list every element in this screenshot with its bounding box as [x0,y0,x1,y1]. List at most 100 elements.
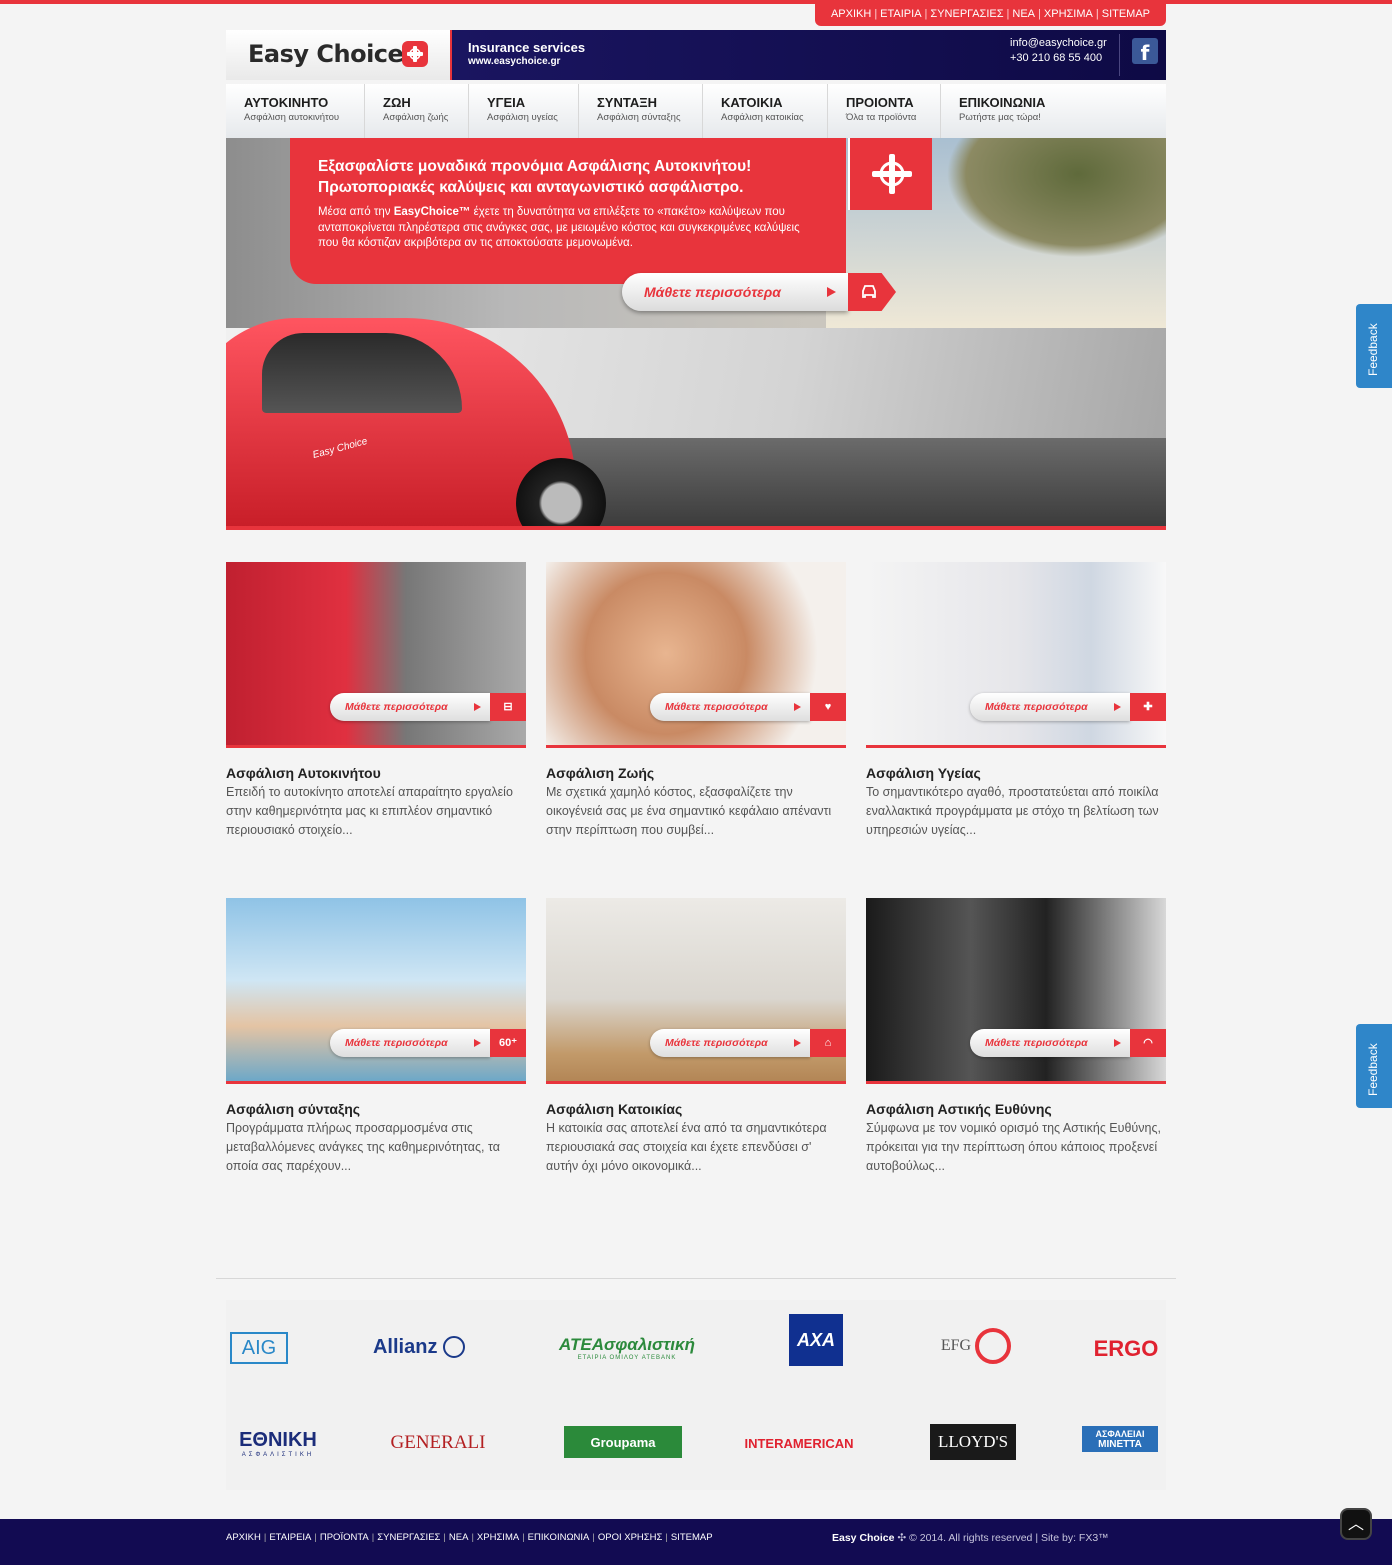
card-learn-more-button[interactable]: Μάθετε περισσότερα [330,1029,490,1057]
footer-link-home[interactable]: ΑΡΧΙΚΗ [226,1532,261,1543]
facebook-icon[interactable]: f [1132,38,1158,65]
nav-item-health[interactable]: ΥΓΕΙΑ Ασφάλιση υγείας [469,84,579,138]
hero-body-brand: EasyChoice™ [393,206,471,218]
card-image-car[interactable]: Μάθετε περισσότερα ⊟ [226,562,526,748]
website-link[interactable]: www.easychoice.gr [468,56,560,67]
top-link-news[interactable]: ΝΕΑ [1012,8,1035,20]
card-title[interactable]: Ασφάλιση Αστικής Ευθύνης [866,1101,1166,1117]
nav-subtitle: Ασφάλιση αυτοκινήτου [244,112,340,123]
feedback-tab[interactable]: Feedback [1356,1024,1392,1108]
card-learn-more-button[interactable]: Μάθετε περισσότερα [650,693,810,721]
card-image-liability[interactable]: Μάθετε περισσότερα ◠ [866,898,1166,1084]
card-text: Το σημαντικότερο αγαθό, προστατεύεται απ… [866,785,1159,837]
card-title[interactable]: Ασφάλιση Υγείας [866,765,1166,781]
partner-logo-allianz[interactable]: Allianz [366,1330,472,1364]
card-title[interactable]: Ασφάλιση σύνταξης [226,1101,526,1117]
email-link[interactable]: info@easychoice.gr [1010,36,1107,51]
footer-link-news[interactable]: ΝΕΑ [449,1532,469,1543]
card-learn-more-button[interactable]: Μάθετε περισσότερα [650,1029,810,1057]
footer-link-partnerships[interactable]: ΣΥΝΕΡΓΑΣΙΕΣ [377,1532,440,1543]
feedback-tab[interactable]: Feedback [1356,304,1392,388]
footer-link-sitemap[interactable]: SITEMAP [671,1532,713,1543]
footer-link-contact[interactable]: ΕΠΙΚΟΙΝΩΝΙΑ [528,1532,590,1543]
play-arrow-icon [794,1039,801,1047]
nav-item-pension[interactable]: ΣΥΝΤΑΞΗ Ασφάλιση σύνταξης [579,84,703,138]
car-icon[interactable]: ⊟ [490,693,526,721]
card-image-pension[interactable]: Μάθετε περισσότερα 60⁺ [226,898,526,1084]
partner-name: INTERAMERICAN [744,1435,854,1451]
play-arrow-icon [1114,1039,1121,1047]
partner-logo-axa[interactable]: AXA [789,1314,843,1366]
logo-text: Easy Choice [248,40,404,68]
card-image-life[interactable]: Μάθετε περισσότερα ♥ [546,562,846,748]
partner-name: Groupama [590,1434,656,1450]
nav-item-car[interactable]: ΑΥΤΟΚΙΝΗΤΟ Ασφάλιση αυτοκινήτου [226,84,365,138]
play-arrow-icon [827,287,836,297]
card-button-label: Μάθετε περισσότερα [985,1037,1088,1049]
card-text: Με σχετικά χαμηλό κόστος, εξασφαλίζετε τ… [546,785,832,837]
partner-logo-ethniki[interactable]: ΕΘΝΙΚΗ ΑΣΦΑΛΙΣΤΙΚΗ [230,1428,326,1458]
play-arrow-icon [474,1039,481,1047]
logo[interactable]: Easy Choice™ [226,30,450,80]
card-text: Επειδή το αυτοκίνητο αποτελεί απαραίτητο… [226,785,513,837]
sixty-plus-icon[interactable]: 60⁺ [490,1029,526,1057]
nav-title: ΥΓΕΙΑ [487,95,526,110]
partner-logo-lloyds[interactable]: LLOYD'S [930,1424,1016,1460]
footer-site-by[interactable]: Site by: FX3™ [1041,1532,1109,1544]
card-learn-more-button[interactable]: Μάθετε περισσότερα [970,693,1130,721]
top-link-useful[interactable]: ΧΡΗΣΙΜΑ [1044,8,1093,20]
partner-logo-ate[interactable]: ATEΑσφαλιστική ΕΤΑΙΡΙΑ ΟΜΙΛΟΥ ATEBANK [542,1330,712,1366]
partner-logo-efg[interactable]: EFG [936,1326,1016,1366]
partner-subtitle: ΕΤΑΙΡΙΑ ΟΜΙΛΟΥ ATEBANK [577,1355,677,1361]
nav-item-contact[interactable]: ΕΠΙΚΟΙΝΩΝΙΑ Ρωτήστε μας τώρα! [941,84,1166,138]
hero-logo-icon [848,138,932,210]
card-text: Σύμφωνα με τον νομικό ορισμό της Αστικής… [866,1121,1161,1173]
heart-icon[interactable]: ♥ [810,693,846,721]
footer-brand: Easy Choice [832,1532,895,1544]
product-card-pension: Μάθετε περισσότερα 60⁺ Ασφάλιση σύνταξης… [226,898,526,1176]
footer-link-company[interactable]: ΕΤΑΙΡΕΙΑ [269,1532,311,1543]
nav-subtitle: Όλα τα προϊόντα [846,112,917,123]
partner-logo-groupama[interactable]: Groupama [564,1426,682,1458]
nav-subtitle: Ασφάλιση κατοικίας [721,112,804,123]
card-image-home[interactable]: Μάθετε περισσότερα ⌂ [546,898,846,1084]
back-to-top-button[interactable]: ︿ [1340,1508,1372,1540]
card-title[interactable]: Ασφάλιση Κατοικίας [546,1101,846,1117]
partner-logo-generali[interactable]: GENERALI [378,1428,498,1458]
gauge-icon[interactable]: ◠ [1130,1029,1166,1057]
footer-link-terms[interactable]: ΟΡΟΙ ΧΡΗΣΗΣ [598,1532,663,1543]
partner-logo-minetta[interactable]: ΑΣΦΑΛΕΙΑΙ ΜΙΝΕΤΤΑ [1082,1426,1158,1452]
partner-name: ΑΣΦΑΛΕΙΑΙ [1095,1428,1145,1439]
nav-item-life[interactable]: ΖΩΗ Ασφάλιση ζωής [365,84,469,138]
partner-logo-aig[interactable]: AIG [230,1332,288,1364]
efg-mark-icon [975,1328,1012,1364]
hero-banner: Easy Choice Εξασφαλίστε μοναδικά προνόμι… [226,138,1166,530]
hero-button-label: Μάθετε περισσότερα [644,284,781,300]
top-link-partnerships[interactable]: ΣΥΝΕΡΓΑΣΙΕΣ [930,8,1003,20]
card-title[interactable]: Ασφάλιση Ζωής [546,765,846,781]
hero-body-1: Μέσα από την [318,206,394,218]
play-arrow-icon [794,703,801,711]
partner-logo-interamerican[interactable]: INTERAMERICAN [738,1430,860,1456]
card-learn-more-button[interactable]: Μάθετε περισσότερα [970,1029,1130,1057]
nav-subtitle: Ρωτήστε μας τώρα! [959,112,1041,123]
top-link-home[interactable]: ΑΡΧΙΚΗ [831,8,871,20]
card-learn-more-button[interactable]: Μάθετε περισσότερα [330,693,490,721]
hero-learn-more-button[interactable]: Μάθετε περισσότερα [622,273,848,311]
partner-logo-ergo[interactable]: ERGO [1090,1334,1162,1364]
card-image-health[interactable]: Μάθετε περισσότερα ✚ [866,562,1166,748]
nav-item-products[interactable]: ΠΡΟΙΟΝΤΑ Όλα τα προϊόντα [828,84,941,138]
partner-subtitle: ΑΣΦΑΛΙΣΤΙΚΗ [241,1451,315,1458]
footer-link-products[interactable]: ΠΡΟΪΟΝΤΑ [320,1532,369,1543]
nav-item-home[interactable]: ΚΑΤΟΙΚΙΑ Ασφάλιση κατοικίας [703,84,828,138]
top-link-sitemap[interactable]: SITEMAP [1102,8,1150,20]
nav-subtitle: Ασφάλιση ζωής [383,112,449,123]
nav-title: ΑΥΤΟΚΙΝΗΤΟ [244,95,329,110]
top-link-company[interactable]: ΕΤΑΙΡΙΑ [880,8,921,20]
card-title[interactable]: Ασφάλιση Αυτοκινήτου [226,765,526,781]
footer-link-useful[interactable]: ΧΡΗΣΙΜΑ [477,1532,519,1543]
partner-name: Allianz [372,1335,438,1358]
home-icon[interactable]: ⌂ [810,1029,846,1057]
feedback-label: Feedback [1366,1043,1380,1096]
plus-icon[interactable]: ✚ [1130,693,1166,721]
